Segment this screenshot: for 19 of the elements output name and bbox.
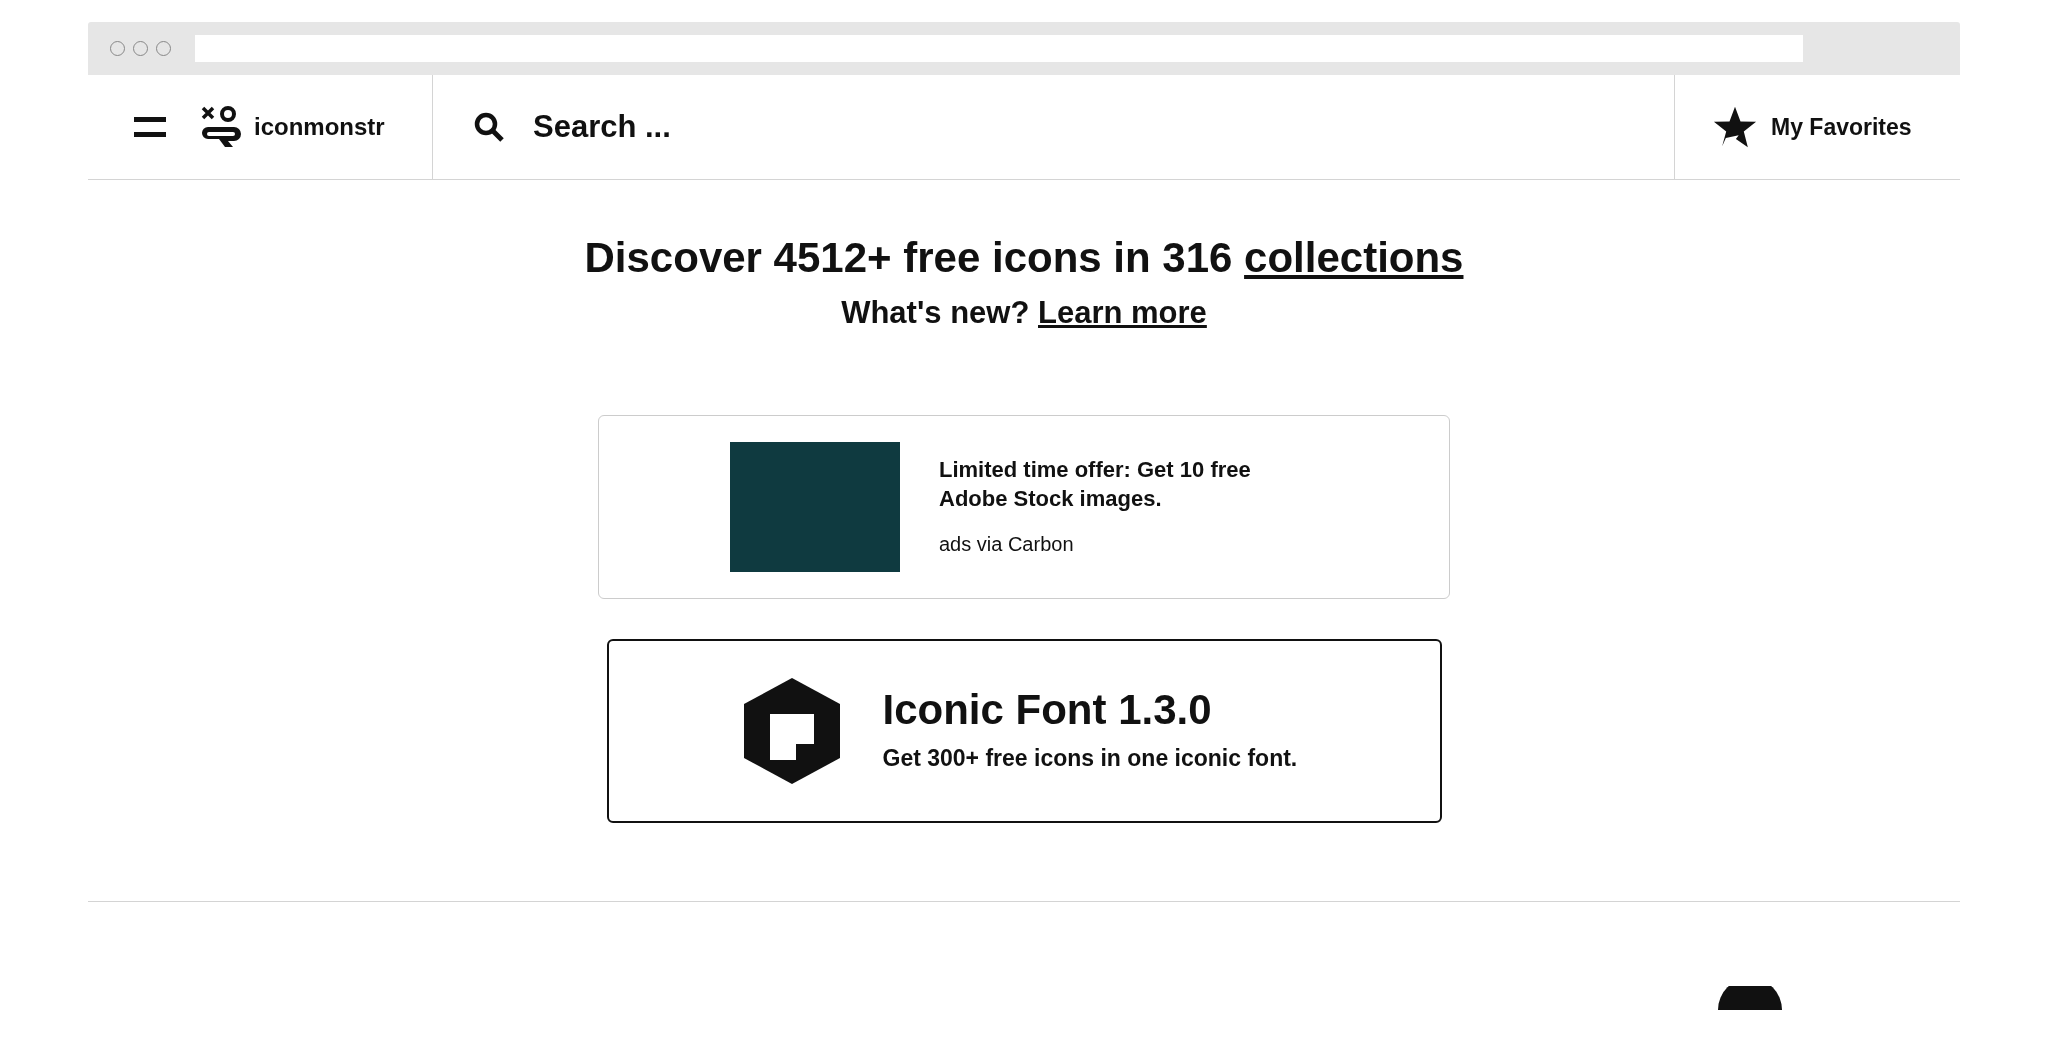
learn-more-link[interactable]: Learn more — [1038, 295, 1207, 330]
search-input[interactable]: Search ... — [533, 103, 1674, 151]
promo-title: Iconic Font 1.3.0 — [882, 685, 1213, 736]
star-icon[interactable] — [1713, 105, 1757, 149]
hexagon-logo-icon — [743, 677, 840, 784]
collections-link[interactable]: collections — [1244, 234, 1464, 281]
headline: Discover 4512+ free icons in 316 collections — [584, 233, 1464, 283]
favorites-link[interactable]: My Favorites — [1771, 109, 1912, 145]
promo-subtitle: Get 300+ free icons in one iconic font. — [882, 744, 1298, 774]
search-field[interactable]: Search ... — [433, 75, 1674, 179]
brand-name[interactable]: iconmonstr — [254, 109, 385, 145]
promo-card[interactable]: Iconic Font 1.3.0 Get 300+ free icons in one iconic font. — [606, 638, 1442, 823]
ad-title[interactable]: Limited time offer: Get 10 free Adobe Stock images. — [939, 454, 1299, 513]
round-badge-icon[interactable] — [1718, 985, 1782, 1010]
ad-source[interactable]: ads via Carbon — [939, 528, 1299, 559]
menu-icon[interactable] — [134, 115, 166, 139]
subheadline: What's new? Learn more — [841, 294, 1207, 332]
search-icon[interactable] — [473, 111, 505, 143]
logo-icon — [200, 105, 242, 149]
